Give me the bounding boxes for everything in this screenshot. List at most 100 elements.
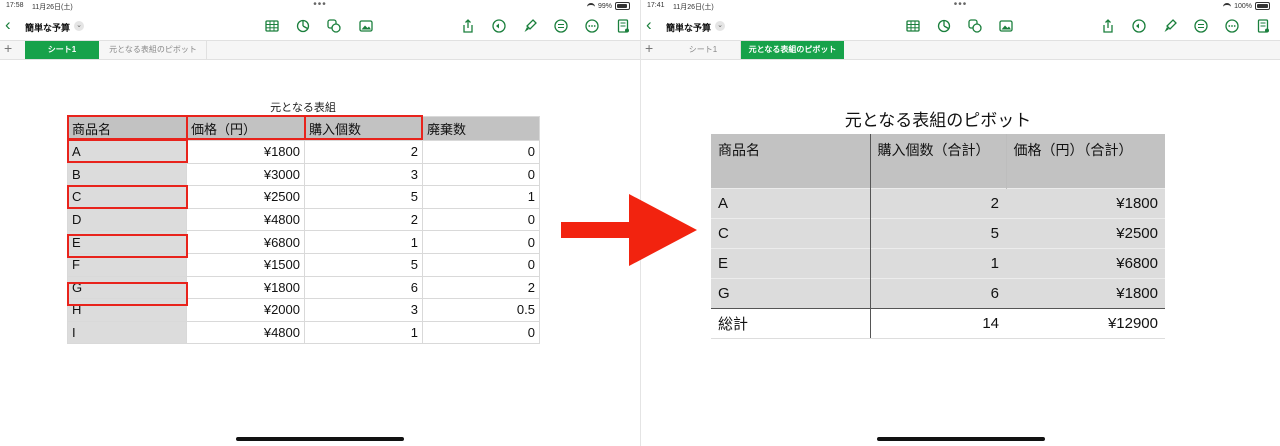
cell-waste-count[interactable]: 0 — [422, 252, 540, 277]
home-indicator[interactable] — [236, 437, 404, 441]
cell-price[interactable]: ¥4800 — [186, 320, 305, 345]
cell-waste-count[interactable]: 0 — [422, 230, 540, 254]
chart-icon[interactable] — [936, 18, 952, 34]
table-row: B ¥3000 3 0 — [67, 162, 540, 187]
pivot-total-label[interactable]: 総計 — [711, 307, 871, 339]
cell-waste-count[interactable]: 0.5 — [422, 298, 540, 322]
pivot-total-count[interactable]: 14 — [870, 307, 1006, 339]
document-icon[interactable] — [1255, 18, 1271, 34]
pivot-header-price-sum[interactable]: 価格（円）（合計） — [1005, 134, 1165, 188]
cell-product-name[interactable]: I — [67, 320, 187, 345]
tab-sheet1[interactable]: シート1 — [25, 41, 99, 59]
media-icon[interactable] — [358, 18, 374, 34]
add-sheet-button[interactable]: + — [4, 40, 12, 56]
cell-price[interactable]: ¥3000 — [186, 162, 305, 187]
cell-waste-count[interactable]: 1 — [422, 185, 540, 209]
pivot-cell-price[interactable]: ¥6800 — [1006, 247, 1165, 278]
header-product-name[interactable]: 商品名 — [67, 116, 187, 141]
cell-price[interactable]: ¥1800 — [186, 275, 305, 300]
back-button[interactable]: ‹ — [646, 16, 652, 34]
pivot-total-price[interactable]: ¥12900 — [1006, 307, 1165, 339]
document-title[interactable]: 簡単な予算 — [666, 21, 711, 34]
pivot-cell-price[interactable]: ¥1800 — [1006, 277, 1165, 308]
header-purchase-count[interactable]: 購入個数 — [304, 116, 423, 141]
cell-price[interactable]: ¥1500 — [186, 252, 305, 277]
pivot-header-count-sum[interactable]: 購入個数（合計） — [869, 134, 1006, 188]
chevron-down-icon[interactable]: ⌄ — [715, 21, 725, 31]
pivot-cell-product[interactable]: G — [711, 277, 871, 308]
cell-product-name[interactable]: A — [67, 140, 187, 164]
chevron-down-icon[interactable]: ⌄ — [74, 21, 84, 31]
cell-waste-count[interactable]: 0 — [422, 140, 540, 164]
format-brush-icon[interactable] — [522, 18, 538, 34]
pivot-cell-count[interactable]: 1 — [870, 247, 1006, 278]
tab-pivot[interactable]: 元となる表組のピボット — [741, 41, 844, 59]
cell-purchase-count[interactable]: 2 — [304, 207, 423, 232]
pivot-cell-product[interactable]: C — [711, 217, 871, 248]
pivot-total-row: 総計 14 ¥12900 — [711, 307, 1165, 339]
cell-product-name[interactable]: B — [67, 162, 187, 187]
pivot-cell-product[interactable]: E — [711, 247, 871, 278]
tab-sheet1[interactable]: シート1 — [666, 41, 741, 59]
undo-icon[interactable] — [491, 18, 507, 34]
cell-purchase-count[interactable]: 5 — [304, 185, 423, 209]
cell-price[interactable]: ¥1800 — [186, 140, 305, 164]
home-indicator[interactable] — [877, 437, 1045, 441]
pivot-cell-count[interactable]: 6 — [870, 277, 1006, 308]
pivot-cell-count[interactable]: 2 — [870, 187, 1006, 218]
collaborate-icon[interactable] — [553, 18, 569, 34]
cell-purchase-count[interactable]: 3 — [304, 162, 423, 187]
cell-product-name[interactable]: D — [67, 207, 187, 232]
pivot-row: C 5 ¥2500 — [711, 217, 1165, 248]
chart-icon[interactable] — [295, 18, 311, 34]
cell-product-name[interactable]: C — [67, 185, 187, 209]
cell-product-name[interactable]: H — [67, 298, 187, 322]
more-icon[interactable] — [584, 18, 600, 34]
cell-purchase-count[interactable]: 2 — [304, 140, 423, 164]
cell-purchase-count[interactable]: 6 — [304, 275, 423, 300]
cell-waste-count[interactable]: 2 — [422, 275, 540, 300]
cell-waste-count[interactable]: 0 — [422, 207, 540, 232]
add-sheet-button[interactable]: + — [645, 40, 653, 56]
cell-product-name[interactable]: F — [67, 252, 187, 277]
tab-pivot[interactable]: 元となる表組のピボット — [100, 41, 207, 59]
back-button[interactable]: ‹ — [5, 16, 11, 34]
pivot-cell-price[interactable]: ¥2500 — [1006, 217, 1165, 248]
cell-product-name[interactable]: G — [67, 275, 187, 300]
pivot-header-product[interactable]: 商品名 — [711, 134, 871, 188]
cell-purchase-count[interactable]: 5 — [304, 252, 423, 277]
wifi-icon — [586, 2, 595, 10]
header-price[interactable]: 価格（円） — [186, 116, 305, 141]
shapes-icon[interactable] — [326, 18, 342, 34]
pivot-cell-price[interactable]: ¥1800 — [1006, 187, 1165, 218]
document-title[interactable]: 簡単な予算 — [25, 21, 70, 34]
cell-price[interactable]: ¥4800 — [186, 207, 305, 232]
multitask-dots[interactable]: ••• — [313, 0, 327, 10]
pivot-table: 商品名 購入個数（合計） 価格（円）（合計） A 2 ¥1800 C 5 ¥2500 E 1 ¥… — [711, 134, 1165, 339]
table-icon[interactable] — [264, 18, 280, 34]
cell-purchase-count[interactable]: 3 — [304, 298, 423, 322]
shapes-icon[interactable] — [967, 18, 983, 34]
format-brush-icon[interactable] — [1162, 18, 1178, 34]
document-icon[interactable] — [615, 18, 631, 34]
cell-waste-count[interactable]: 0 — [422, 320, 540, 345]
cell-price[interactable]: ¥2500 — [186, 185, 305, 209]
share-icon[interactable] — [460, 18, 476, 34]
undo-icon[interactable] — [1131, 18, 1147, 34]
more-icon[interactable] — [1224, 18, 1240, 34]
table-title: 元となる表組 — [270, 102, 336, 114]
media-icon[interactable] — [998, 18, 1014, 34]
pivot-cell-count[interactable]: 5 — [870, 217, 1006, 248]
cell-price[interactable]: ¥2000 — [186, 298, 305, 322]
collaborate-icon[interactable] — [1193, 18, 1209, 34]
cell-waste-count[interactable]: 0 — [422, 162, 540, 187]
table-icon[interactable] — [905, 18, 921, 34]
cell-purchase-count[interactable]: 1 — [304, 320, 423, 345]
pivot-cell-product[interactable]: A — [711, 187, 871, 218]
cell-purchase-count[interactable]: 1 — [304, 230, 423, 254]
cell-price[interactable]: ¥6800 — [186, 230, 305, 254]
share-icon[interactable] — [1100, 18, 1116, 34]
header-waste-count[interactable]: 廃棄数 — [422, 116, 540, 141]
multitask-dots[interactable]: ••• — [954, 0, 968, 10]
cell-product-name[interactable]: E — [67, 230, 187, 254]
